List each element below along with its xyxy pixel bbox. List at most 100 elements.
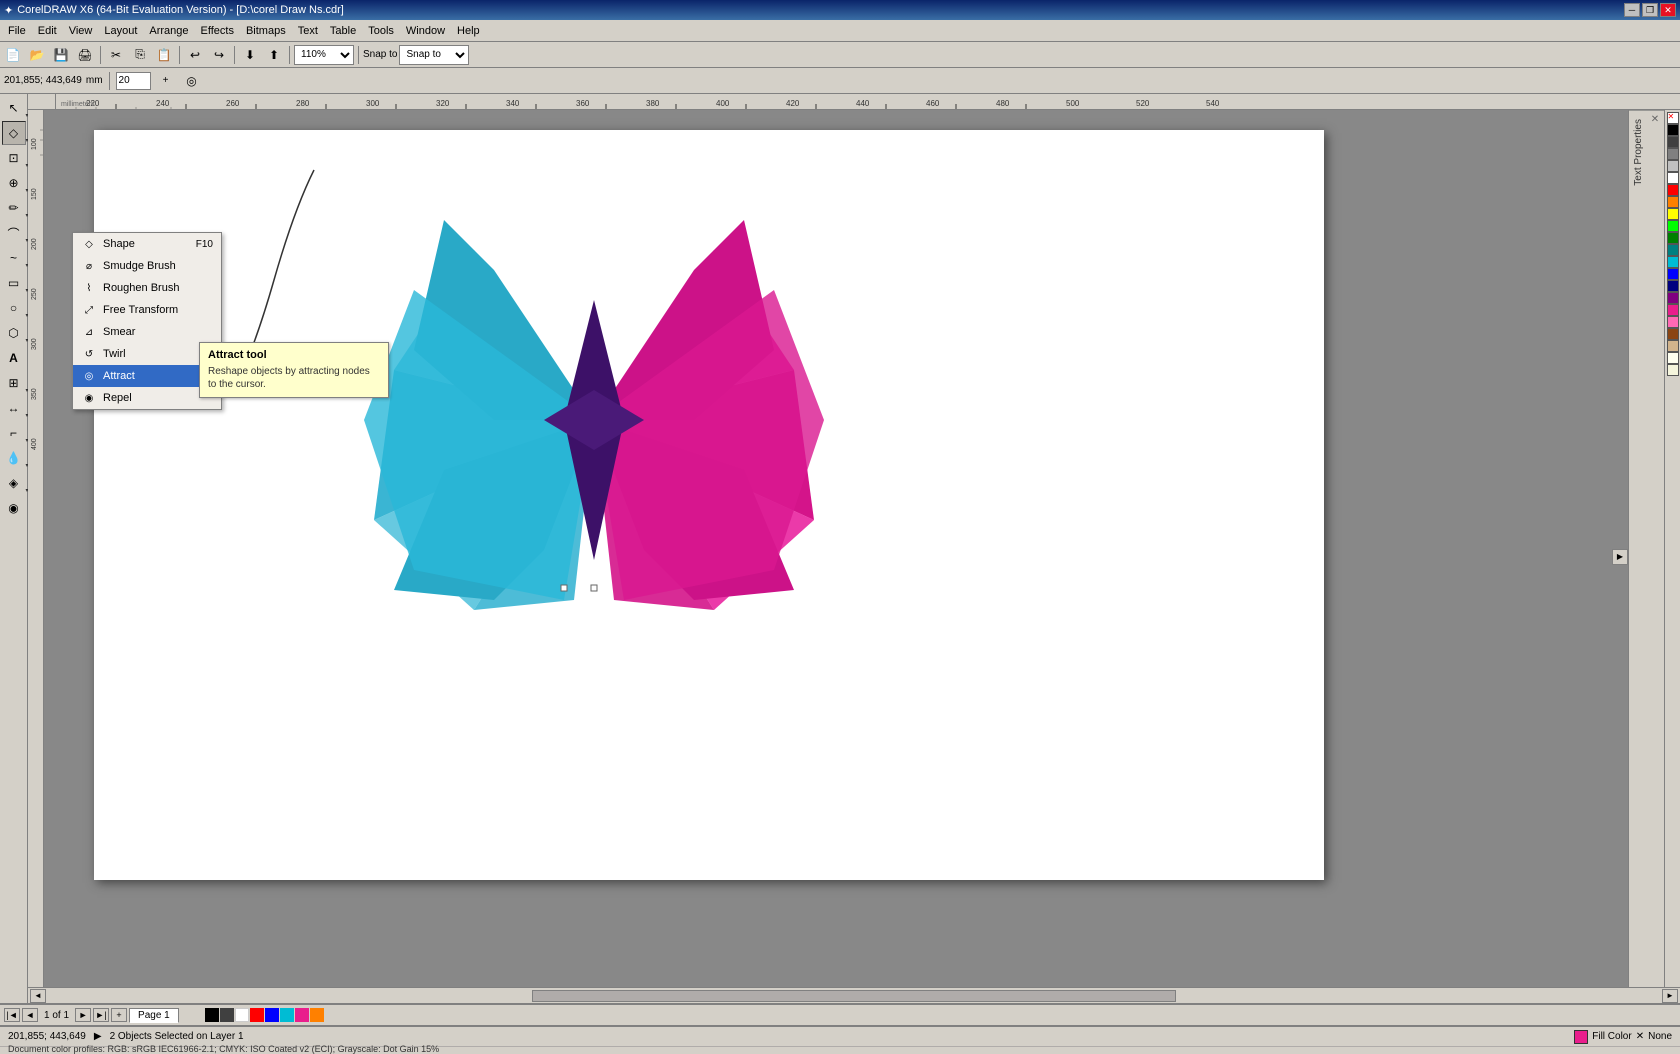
- color-swatch-navy[interactable]: [1667, 280, 1679, 292]
- menu-bitmaps[interactable]: Bitmaps: [240, 20, 292, 41]
- roughen-menu-item[interactable]: ⌇ Roughen Brush: [73, 277, 221, 299]
- strip-black[interactable]: [205, 1008, 219, 1022]
- prev-page-btn[interactable]: ◄: [22, 1008, 38, 1022]
- strip-orange[interactable]: [310, 1008, 324, 1022]
- menu-view[interactable]: View: [63, 20, 99, 41]
- paste-button[interactable]: 📋: [153, 44, 175, 66]
- color-swatch-yellow[interactable]: [1667, 208, 1679, 220]
- shape-menu-item[interactable]: ◇ Shape F10: [73, 233, 221, 255]
- nib-size-input[interactable]: [116, 72, 151, 90]
- last-page-btn[interactable]: ►|: [93, 1008, 109, 1022]
- add-nib-btn[interactable]: +: [155, 70, 177, 92]
- restore-button[interactable]: ❐: [1642, 3, 1658, 17]
- save-button[interactable]: 💾: [50, 44, 72, 66]
- scroll-right-btn2[interactable]: ►: [1662, 989, 1678, 1003]
- freehand-tool-btn[interactable]: ✏▾: [2, 196, 26, 220]
- color-swatch-green[interactable]: [1667, 232, 1679, 244]
- color-swatch-pink[interactable]: [1667, 316, 1679, 328]
- menu-window[interactable]: Window: [400, 20, 451, 41]
- menu-tools[interactable]: Tools: [362, 20, 400, 41]
- color-swatch-black[interactable]: [1667, 124, 1679, 136]
- select-tool-btn[interactable]: ↖▾: [2, 96, 26, 120]
- strip-red[interactable]: [250, 1008, 264, 1022]
- menu-edit[interactable]: Edit: [32, 20, 63, 41]
- menu-help[interactable]: Help: [451, 20, 486, 41]
- next-page-btn[interactable]: ►: [75, 1008, 91, 1022]
- copy-button[interactable]: ⎘: [129, 44, 151, 66]
- crop-tool-btn[interactable]: ⊡▾: [2, 146, 26, 170]
- color-swatch-red[interactable]: [1667, 184, 1679, 196]
- fill-tool-btn[interactable]: ◈▾: [2, 471, 26, 495]
- color-swatch-beige[interactable]: [1667, 364, 1679, 376]
- smart-fill-btn[interactable]: ◉: [2, 496, 26, 520]
- zoom-selector[interactable]: 110% 100% 75%: [294, 45, 354, 65]
- menu-file[interactable]: File: [2, 20, 32, 41]
- menu-effects[interactable]: Effects: [195, 20, 240, 41]
- add-page-btn[interactable]: +: [111, 1008, 127, 1022]
- color-swatch-brown[interactable]: [1667, 328, 1679, 340]
- color-swatch-white[interactable]: [1667, 172, 1679, 184]
- smart-tool-btn[interactable]: ⌒▾: [2, 221, 26, 245]
- artistic-media-btn[interactable]: ~▾: [2, 246, 26, 270]
- color-swatch-magenta[interactable]: [1667, 304, 1679, 316]
- color-swatch-lightgray[interactable]: [1667, 160, 1679, 172]
- eyedropper-btn[interactable]: 💧▾: [2, 446, 26, 470]
- export-button[interactable]: ⬆: [263, 44, 285, 66]
- connector-tool-btn[interactable]: ⌐▾: [2, 421, 26, 445]
- shape-tool-btn[interactable]: ◇▾: [2, 121, 26, 145]
- snap-selector[interactable]: Snap to: [399, 45, 469, 65]
- undo-button[interactable]: ↩: [184, 44, 206, 66]
- strip-magenta[interactable]: [295, 1008, 309, 1022]
- coord-display: 201,855; 443,649: [4, 75, 82, 86]
- menu-text[interactable]: Text: [292, 20, 324, 41]
- strip-dark[interactable]: [220, 1008, 234, 1022]
- import-button[interactable]: ⬇: [239, 44, 261, 66]
- color-swatch-purple[interactable]: [1667, 292, 1679, 304]
- color-swatch-darkgray[interactable]: [1667, 136, 1679, 148]
- menu-table[interactable]: Table: [324, 20, 362, 41]
- strip-white[interactable]: [235, 1008, 249, 1022]
- scrollbar-thumb[interactable]: [532, 990, 1177, 1002]
- polygon-tool-btn[interactable]: ⬡▾: [2, 321, 26, 345]
- menu-arrange[interactable]: Arrange: [143, 20, 194, 41]
- color-swatch-cyan[interactable]: [1667, 256, 1679, 268]
- title-bar: ✦ CorelDRAW X6 (64-Bit Evaluation Versio…: [0, 0, 1680, 20]
- color-swatch-tan[interactable]: [1667, 340, 1679, 352]
- color-swatch-ivory[interactable]: [1667, 352, 1679, 364]
- color-swatch-teal[interactable]: [1667, 244, 1679, 256]
- color-swatch-transparent[interactable]: ✕: [1667, 112, 1679, 124]
- free-transform-icon: ⤢: [81, 302, 97, 318]
- smear-menu-item[interactable]: ⊿ Smear: [73, 321, 221, 343]
- free-transform-menu-item[interactable]: ⤢ Free Transform: [73, 299, 221, 321]
- redo-button[interactable]: ↪: [208, 44, 230, 66]
- color-swatch-blue[interactable]: [1667, 268, 1679, 280]
- new-button[interactable]: 📄: [2, 44, 24, 66]
- color-swatch-orange[interactable]: [1667, 196, 1679, 208]
- separator5: [358, 46, 359, 64]
- open-button[interactable]: 📂: [26, 44, 48, 66]
- color-swatch-lime[interactable]: [1667, 220, 1679, 232]
- text-tool-btn[interactable]: A: [2, 346, 26, 370]
- print-button[interactable]: 🖨: [74, 44, 96, 66]
- dimension-tool-btn[interactable]: ↔▾: [2, 396, 26, 420]
- table-tool-btn[interactable]: ⊞▾: [2, 371, 26, 395]
- menu-layout[interactable]: Layout: [98, 20, 143, 41]
- strip-blue[interactable]: [265, 1008, 279, 1022]
- text-props-close-btn[interactable]: ✕: [1648, 112, 1662, 126]
- minimize-button[interactable]: ─: [1624, 3, 1640, 17]
- rectangle-tool-btn[interactable]: ▭▾: [2, 271, 26, 295]
- page-1-tab[interactable]: Page 1: [129, 1008, 179, 1023]
- cut-button[interactable]: ✂: [105, 44, 127, 66]
- scroll-right-btn[interactable]: ▶: [1612, 549, 1628, 565]
- zoom-tool-btn[interactable]: ⊕▾: [2, 171, 26, 195]
- first-page-btn[interactable]: |◄: [4, 1008, 20, 1022]
- shape-label: Shape: [103, 238, 135, 250]
- title-bar-left: ✦ CorelDRAW X6 (64-Bit Evaluation Versio…: [4, 4, 344, 17]
- color-swatch-gray[interactable]: [1667, 148, 1679, 160]
- nib-shape-btn[interactable]: ◎: [181, 70, 203, 92]
- close-button[interactable]: ✕: [1660, 3, 1676, 17]
- strip-cyan[interactable]: [280, 1008, 294, 1022]
- smudge-menu-item[interactable]: ⌀ Smudge Brush: [73, 255, 221, 277]
- ellipse-tool-btn[interactable]: ○▾: [2, 296, 26, 320]
- scroll-left-btn[interactable]: ◄: [30, 989, 46, 1003]
